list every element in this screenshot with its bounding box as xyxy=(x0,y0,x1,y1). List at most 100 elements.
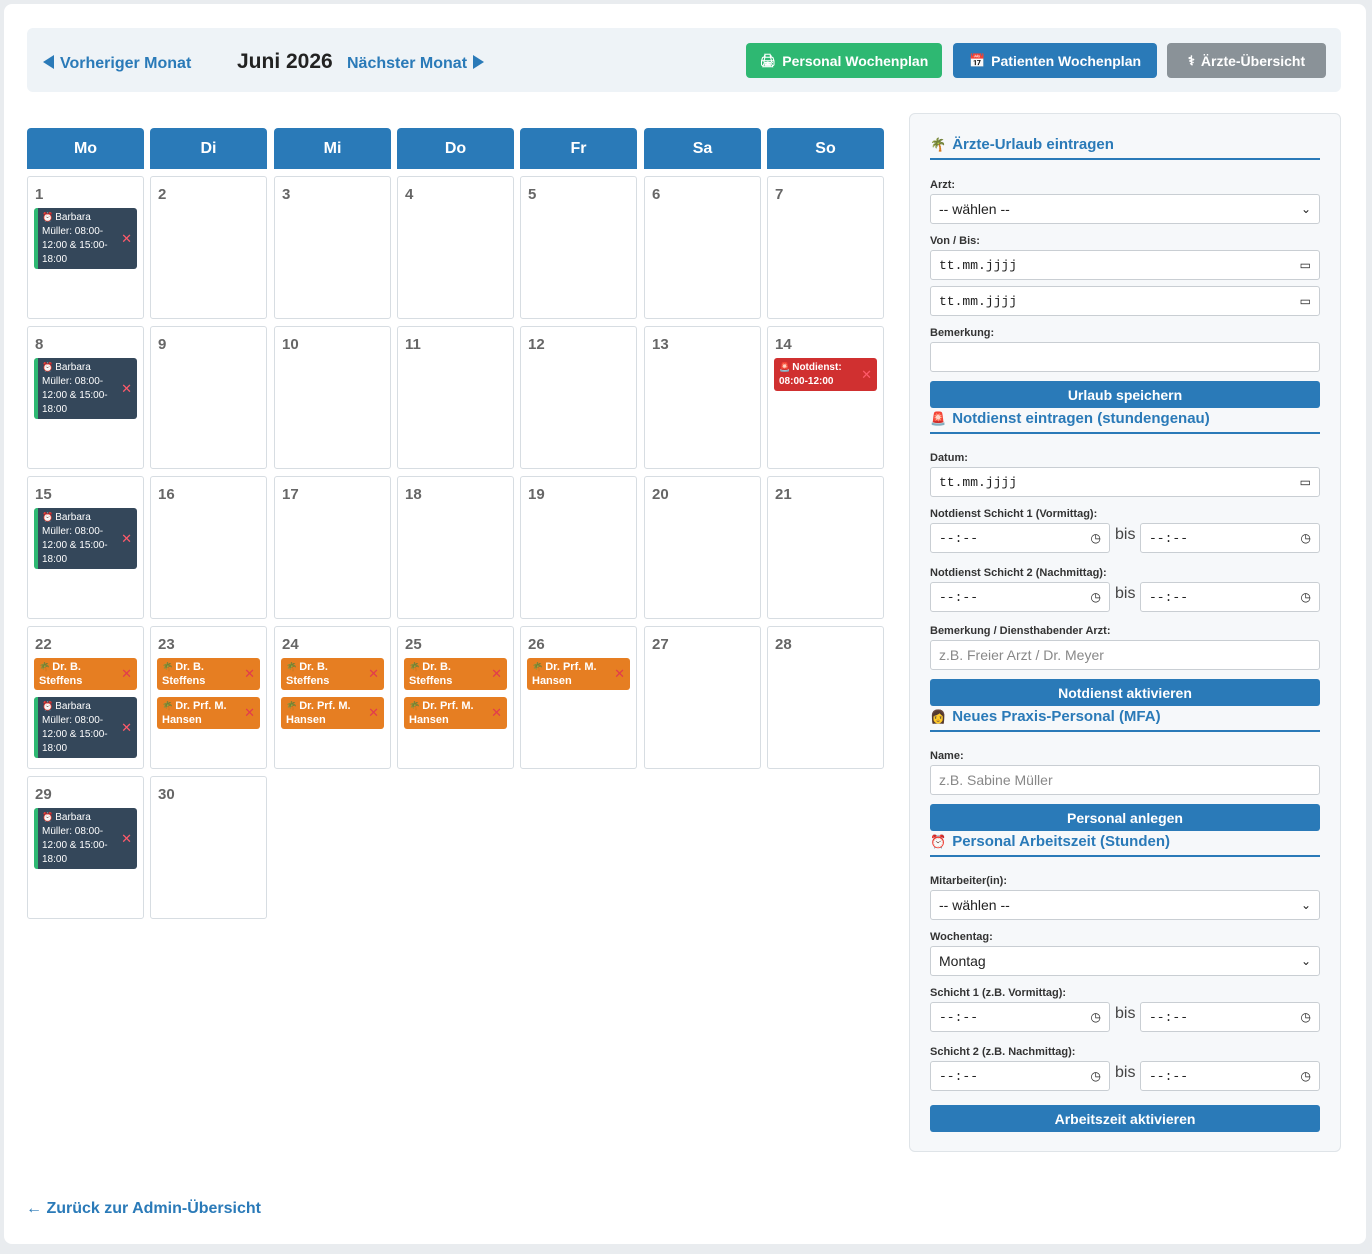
delete-icon[interactable]: ✕ xyxy=(491,667,502,681)
calendar-day-27[interactable]: 27 xyxy=(644,626,761,769)
clock-icon[interactable]: ◷ xyxy=(1301,531,1311,545)
vacation-entry[interactable]: 🌴 Dr. Prf. M. Hansen ✕ xyxy=(281,697,384,729)
shift-entry[interactable]: ⏰ Barbara Müller: 08:00-12:00 & 15:00-18:… xyxy=(34,208,137,269)
notdienst-aktivieren-button[interactable]: Notdienst aktivieren xyxy=(930,679,1320,706)
delete-icon[interactable]: ✕ xyxy=(121,381,132,396)
calendar-day-29[interactable]: 29 ⏰ Barbara Müller: 08:00-12:00 & 15:00-… xyxy=(27,776,144,919)
clock-icon[interactable]: ◷ xyxy=(1091,1069,1101,1083)
urlaub-speichern-button[interactable]: Urlaub speichern xyxy=(930,381,1320,408)
calendar-day-20[interactable]: 20 xyxy=(644,476,761,619)
calendar-day-13[interactable]: 13 xyxy=(644,326,761,469)
delete-icon[interactable]: ✕ xyxy=(614,667,625,681)
aerzte-uebersicht-button[interactable]: ⚕ Ärzte-Übersicht xyxy=(1167,43,1326,78)
delete-icon[interactable]: ✕ xyxy=(121,531,132,546)
notdienst-shift1-end[interactable]: --:-- ◷ xyxy=(1140,523,1320,553)
calendar-day-18[interactable]: 18 xyxy=(397,476,514,619)
bemerkung-input[interactable] xyxy=(930,342,1320,372)
delete-icon[interactable]: ✕ xyxy=(368,667,379,681)
vacation-entry[interactable]: 🌴 Dr. Prf. M. Hansen ✕ xyxy=(157,697,260,729)
notdienst-shift1-start[interactable]: --:-- ◷ xyxy=(930,523,1110,553)
calendar-day-3[interactable]: 3 xyxy=(274,176,391,319)
calendar-day-25[interactable]: 25 🌴 Dr. B. Steffens ✕ 🌴 Dr. Prf. M. Hansen… xyxy=(397,626,514,769)
arbeitszeit-aktivieren-button[interactable]: Arbeitszeit aktivieren xyxy=(930,1105,1320,1132)
worktime-shift1-end[interactable]: --:-- ◷ xyxy=(1140,1002,1320,1032)
calendar-icon[interactable]: ▭ xyxy=(1300,475,1311,489)
notdienst-shift2-end[interactable]: --:-- ◷ xyxy=(1140,582,1320,612)
shift-entry[interactable]: ⏰ Barbara Müller: 08:00-12:00 & 15:00-18:… xyxy=(34,808,137,869)
delete-icon[interactable]: ✕ xyxy=(368,706,379,720)
next-month-link[interactable]: Nächster Monat xyxy=(347,55,485,73)
calendar-day-30[interactable]: 30 xyxy=(150,776,267,919)
delete-icon[interactable]: ✕ xyxy=(244,667,255,681)
vacation-entry[interactable]: 🌴 Dr. Prf. M. Hansen ✕ xyxy=(527,658,630,690)
notdienst-shift2-start[interactable]: --:-- ◷ xyxy=(930,582,1110,612)
delete-icon[interactable]: ✕ xyxy=(121,667,132,681)
delete-icon[interactable]: ✕ xyxy=(491,706,502,720)
calendar-day-6[interactable]: 6 xyxy=(644,176,761,319)
clock-icon[interactable]: ◷ xyxy=(1301,590,1311,604)
shift-entry[interactable]: ⏰ Barbara Müller: 08:00-12:00 & 15:00-18:… xyxy=(34,508,137,569)
von-date-input[interactable]: tt.mm.jjjj ▭ xyxy=(930,250,1320,280)
clock-icon[interactable]: ◷ xyxy=(1091,590,1101,604)
previous-month-link[interactable]: Vorheriger Monat xyxy=(43,55,191,73)
personal-wochenplan-button[interactable]: 🖨 Personal Wochenplan xyxy=(746,43,942,78)
shift-entry[interactable]: ⏰ Barbara Müller: 08:00-12:00 & 15:00-18:… xyxy=(34,697,137,758)
calendar-day-24[interactable]: 24 🌴 Dr. B. Steffens ✕ 🌴 Dr. Prf. M. Hansen… xyxy=(274,626,391,769)
calendar-day-9[interactable]: 9 xyxy=(150,326,267,469)
staff-name-input[interactable]: z.B. Sabine Müller xyxy=(930,765,1320,795)
calendar-day-22[interactable]: 22 🌴 Dr. B. Steffens ✕ ⏰ Barbara Müller: 08… xyxy=(27,626,144,769)
calendar-icon[interactable]: ▭ xyxy=(1300,294,1311,308)
clock-icon[interactable]: ◷ xyxy=(1301,1069,1311,1083)
calendar-day-8[interactable]: 8 ⏰ Barbara Müller: 08:00-12:00 & 15:00-1… xyxy=(27,326,144,469)
weekday-header-di: Di xyxy=(150,128,267,169)
weekday-select[interactable]: Montag ⌄ xyxy=(930,946,1320,976)
clock-icon[interactable]: ◷ xyxy=(1091,531,1101,545)
clock-icon[interactable]: ◷ xyxy=(1091,1010,1101,1024)
calendar-day-14[interactable]: 14 🚨 Notdienst: 08:00-12:00 ✕ xyxy=(767,326,884,469)
clock-icon[interactable]: ◷ xyxy=(1301,1010,1311,1024)
shift-entry[interactable]: ⏰ Barbara Müller: 08:00-12:00 & 15:00-18:… xyxy=(34,358,137,419)
back-to-admin-link[interactable]: ← Zurück zur Admin-Übersicht xyxy=(26,1200,261,1218)
bis-date-input[interactable]: tt.mm.jjjj ▭ xyxy=(930,286,1320,316)
patienten-wochenplan-button[interactable]: 📅 Patienten Wochenplan xyxy=(953,43,1157,78)
alarm-clock-icon: ⏰ xyxy=(42,512,54,522)
calendar-day-12[interactable]: 12 xyxy=(520,326,637,469)
bis-text: bis xyxy=(1115,526,1136,543)
calendar-icon[interactable]: ▭ xyxy=(1300,258,1311,272)
personal-anlegen-button[interactable]: Personal anlegen xyxy=(930,804,1320,831)
notdienst-remark-input[interactable]: z.B. Freier Arzt / Dr. Meyer xyxy=(930,640,1320,670)
emergency-entry[interactable]: 🚨 Notdienst: 08:00-12:00 ✕ xyxy=(774,358,877,391)
delete-icon[interactable]: ✕ xyxy=(121,231,132,246)
calendar-day-1[interactable]: 1 ⏰ Barbara Müller: 08:00-12:00 & 15:00-1… xyxy=(27,176,144,319)
delete-icon[interactable]: ✕ xyxy=(121,831,132,846)
calendar-day-21[interactable]: 21 xyxy=(767,476,884,619)
vacation-entry[interactable]: 🌴 Dr. B. Steffens ✕ xyxy=(281,658,384,690)
arzt-select[interactable]: -- wählen -- ⌄ xyxy=(930,194,1320,224)
worktime-shift2-end[interactable]: --:-- ◷ xyxy=(1140,1061,1320,1091)
vacation-entry[interactable]: 🌴 Dr. Prf. M. Hansen ✕ xyxy=(404,697,507,729)
delete-icon[interactable]: ✕ xyxy=(861,367,872,382)
calendar-day-15[interactable]: 15 ⏰ Barbara Müller: 08:00-12:00 & 15:00-… xyxy=(27,476,144,619)
calendar-day-11[interactable]: 11 xyxy=(397,326,514,469)
calendar-day-19[interactable]: 19 xyxy=(520,476,637,619)
worktime-shift1-start[interactable]: --:-- ◷ xyxy=(930,1002,1110,1032)
worktime-shift2-start[interactable]: --:-- ◷ xyxy=(930,1061,1110,1091)
calendar-day-4[interactable]: 4 xyxy=(397,176,514,319)
calendar-day-16[interactable]: 16 xyxy=(150,476,267,619)
calendar-day-26[interactable]: 26 🌴 Dr. Prf. M. Hansen ✕ xyxy=(520,626,637,769)
vacation-entry[interactable]: 🌴 Dr. B. Steffens ✕ xyxy=(34,658,137,690)
delete-icon[interactable]: ✕ xyxy=(244,706,255,720)
calendar-day-5[interactable]: 5 xyxy=(520,176,637,319)
calendar-day-2[interactable]: 2 xyxy=(150,176,267,319)
calendar-day-28[interactable]: 28 xyxy=(767,626,884,769)
employee-select[interactable]: -- wählen -- ⌄ xyxy=(930,890,1320,920)
notdienst-date-input[interactable]: tt.mm.jjjj ▭ xyxy=(930,467,1320,497)
delete-icon[interactable]: ✕ xyxy=(121,720,132,735)
calendar-day-23[interactable]: 23 🌴 Dr. B. Steffens ✕ 🌴 Dr. Prf. M. Hansen… xyxy=(150,626,267,769)
vacation-entry[interactable]: 🌴 Dr. B. Steffens ✕ xyxy=(157,658,260,690)
bis-text: bis xyxy=(1115,585,1136,602)
calendar-day-7[interactable]: 7 xyxy=(767,176,884,319)
vacation-entry[interactable]: 🌴 Dr. B. Steffens ✕ xyxy=(404,658,507,690)
calendar-day-10[interactable]: 10 xyxy=(274,326,391,469)
calendar-day-17[interactable]: 17 xyxy=(274,476,391,619)
